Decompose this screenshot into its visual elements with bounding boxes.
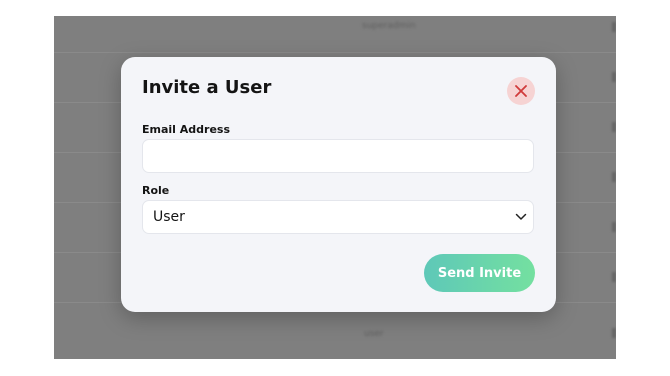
close-icon	[515, 85, 527, 97]
table-cell-edge	[612, 22, 616, 32]
table-cell-role: superadmin	[362, 21, 416, 31]
email-label: Email Address	[142, 123, 231, 136]
chevron-down-icon	[515, 213, 527, 220]
table-cell-edge	[612, 172, 616, 182]
invite-user-dialog: Invite a User Email Address Role User Se…	[121, 57, 556, 312]
email-input[interactable]	[142, 139, 534, 173]
table-row-divider	[54, 52, 616, 53]
send-invite-button[interactable]: Send Invite	[424, 254, 535, 292]
dialog-title: Invite a User	[142, 77, 272, 98]
role-select[interactable]: User	[142, 200, 534, 234]
close-button[interactable]	[507, 77, 535, 105]
table-cell-edge	[612, 122, 616, 132]
table-cell-role: user	[364, 329, 384, 339]
table-cell-edge	[612, 272, 616, 282]
table-cell-edge	[612, 328, 616, 338]
role-label: Role	[142, 184, 170, 197]
table-cell-edge	[612, 72, 616, 82]
table-cell-edge	[612, 222, 616, 232]
role-selected-value: User	[153, 209, 185, 225]
